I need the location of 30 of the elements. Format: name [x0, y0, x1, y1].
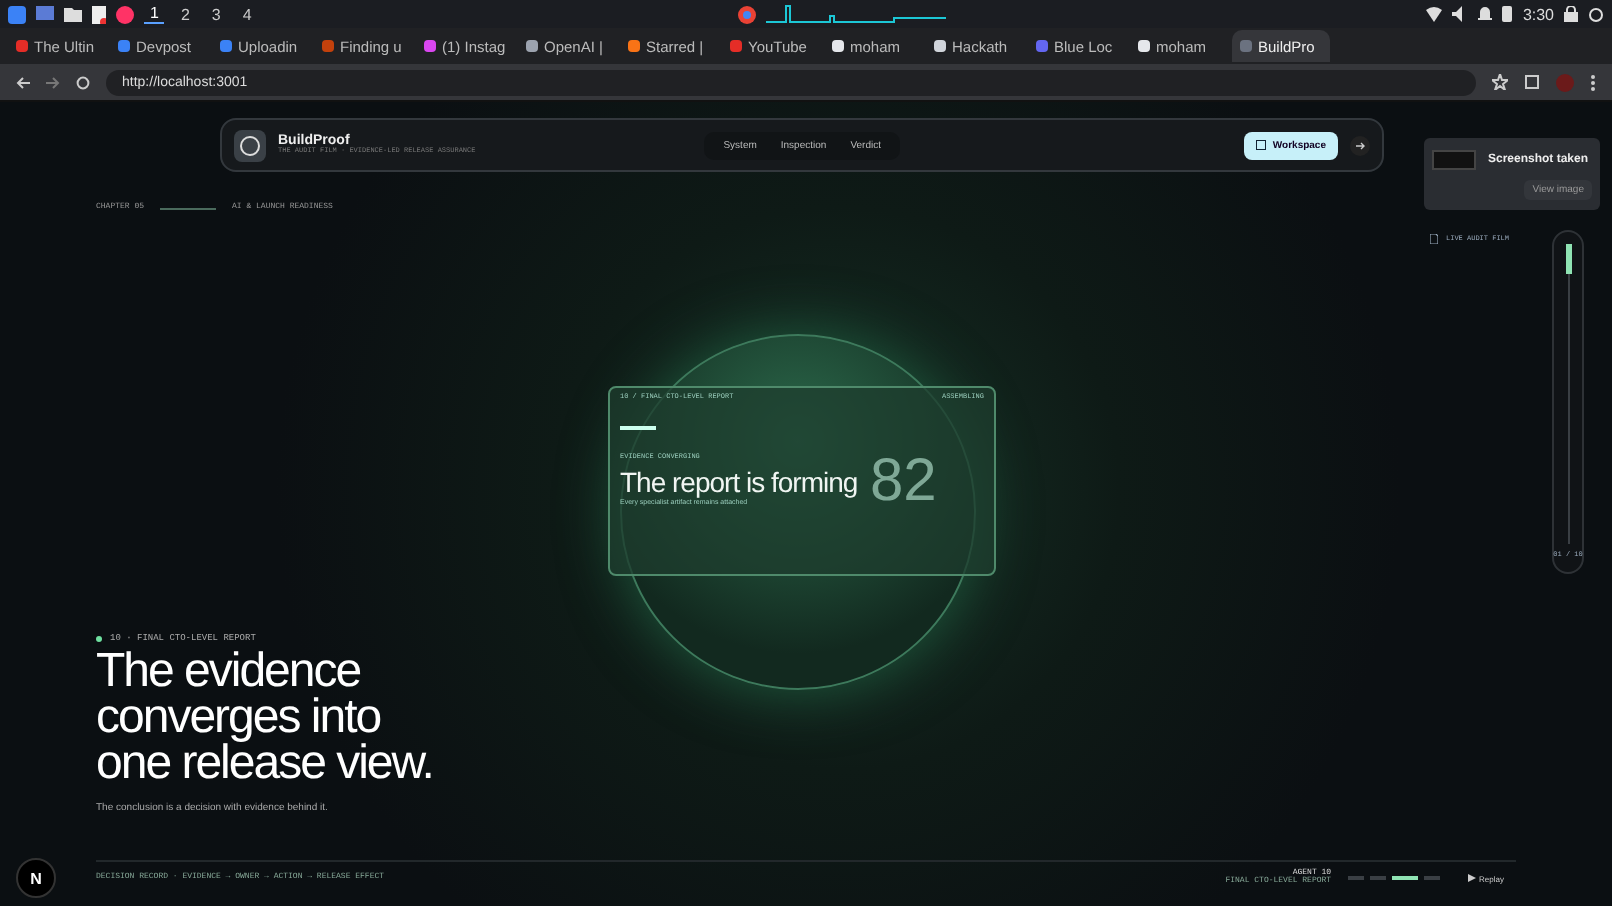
card-title: The report is forming	[620, 466, 858, 498]
extensions-icon[interactable]	[1524, 74, 1540, 90]
power-icon[interactable]	[1588, 6, 1605, 22]
dev-badge[interactable]: N	[16, 858, 56, 898]
file-icon	[1430, 234, 1438, 244]
document-icon[interactable]	[92, 5, 106, 23]
play-icon	[1467, 874, 1476, 882]
back-icon[interactable]	[16, 75, 30, 89]
hero-heading: The evidence converges into one release view.	[96, 648, 435, 786]
battery-icon[interactable]	[1502, 6, 1513, 22]
reload-icon[interactable]	[76, 75, 90, 89]
launcher-icon[interactable]	[8, 5, 26, 23]
bookmark-star-icon[interactable]	[1492, 74, 1508, 90]
workspace-button[interactable]: 1	[144, 4, 165, 24]
lock-icon[interactable]	[1564, 6, 1579, 22]
forward-icon[interactable]	[46, 75, 60, 89]
workspace-button[interactable]: 4	[236, 5, 258, 23]
menu-icon[interactable]	[1590, 73, 1596, 91]
network-graph-icon	[766, 4, 947, 24]
screenshot-thumbnail	[1432, 149, 1476, 169]
folder-icon[interactable]	[64, 6, 82, 22]
score-number: 82	[870, 448, 937, 516]
wifi-icon[interactable]	[1426, 6, 1443, 22]
bell-icon[interactable]	[1478, 6, 1493, 22]
workspace-button[interactable]: 3	[205, 5, 227, 23]
grid-icon	[1256, 140, 1267, 150]
workspace-button[interactable]: 2	[174, 5, 196, 23]
logo-icon	[234, 129, 266, 161]
logout-icon[interactable]	[1350, 135, 1370, 155]
clock: 3:30	[1522, 5, 1555, 23]
